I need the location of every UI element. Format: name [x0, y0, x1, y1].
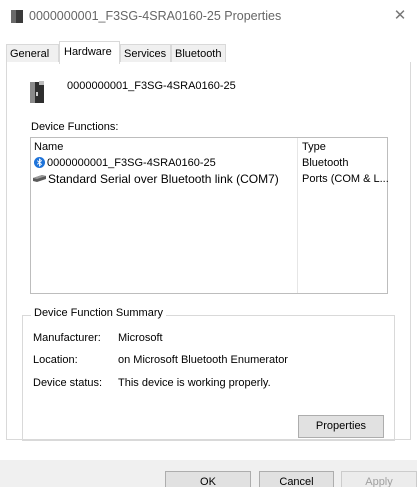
tab-bluetooth[interactable]: Bluetooth: [171, 44, 226, 63]
title-bar: 0000000001_F3SG-4SRA0160-25 Properties ✕: [0, 0, 417, 32]
column-header-type[interactable]: Type: [302, 141, 326, 153]
function-row-name[interactable]: Standard Serial over Bluetooth link (COM…: [48, 172, 279, 186]
manufacturer-label: Manufacturer:: [33, 332, 101, 344]
location-label: Location:: [33, 354, 78, 366]
function-row-type[interactable]: Ports (COM & L...: [302, 173, 389, 185]
summary-title: Device Function Summary: [31, 307, 166, 319]
close-button[interactable]: ✕: [383, 0, 417, 32]
window-title: 0000000001_F3SG-4SRA0160-25 Properties: [29, 9, 282, 23]
column-separator: [297, 138, 298, 293]
manufacturer-value: Microsoft: [118, 332, 163, 344]
tab-strip: General Hardware Services Bluetooth: [6, 41, 411, 64]
bluetooth-icon: [34, 157, 45, 168]
column-header-name[interactable]: Name: [34, 141, 63, 153]
tab-general[interactable]: General: [6, 44, 59, 63]
device-functions-list[interactable]: Name Type 0000000001_F3SG-4SRA0160-25 Bl…: [30, 137, 389, 294]
device-icon: [11, 10, 23, 23]
location-value: on Microsoft Bluetooth Enumerator: [118, 354, 288, 366]
device-icon: [30, 81, 44, 103]
apply-button: Apply: [341, 471, 417, 487]
tab-hardware[interactable]: Hardware: [59, 41, 120, 64]
device-name: 0000000001_F3SG-4SRA0160-25: [67, 80, 236, 92]
properties-button[interactable]: Properties: [298, 415, 384, 438]
function-row-type[interactable]: Bluetooth: [302, 157, 348, 169]
port-icon: [33, 175, 46, 182]
cancel-button[interactable]: Cancel: [259, 471, 334, 487]
tab-services[interactable]: Services: [120, 44, 171, 63]
device-functions-label: Device Functions:: [31, 121, 119, 133]
device-status-label: Device status:: [33, 377, 103, 389]
ok-button[interactable]: OK: [165, 471, 251, 487]
close-icon: ✕: [393, 7, 407, 24]
device-status-value: This device is working properly.: [118, 377, 271, 389]
function-row-name[interactable]: 0000000001_F3SG-4SRA0160-25: [47, 157, 216, 169]
